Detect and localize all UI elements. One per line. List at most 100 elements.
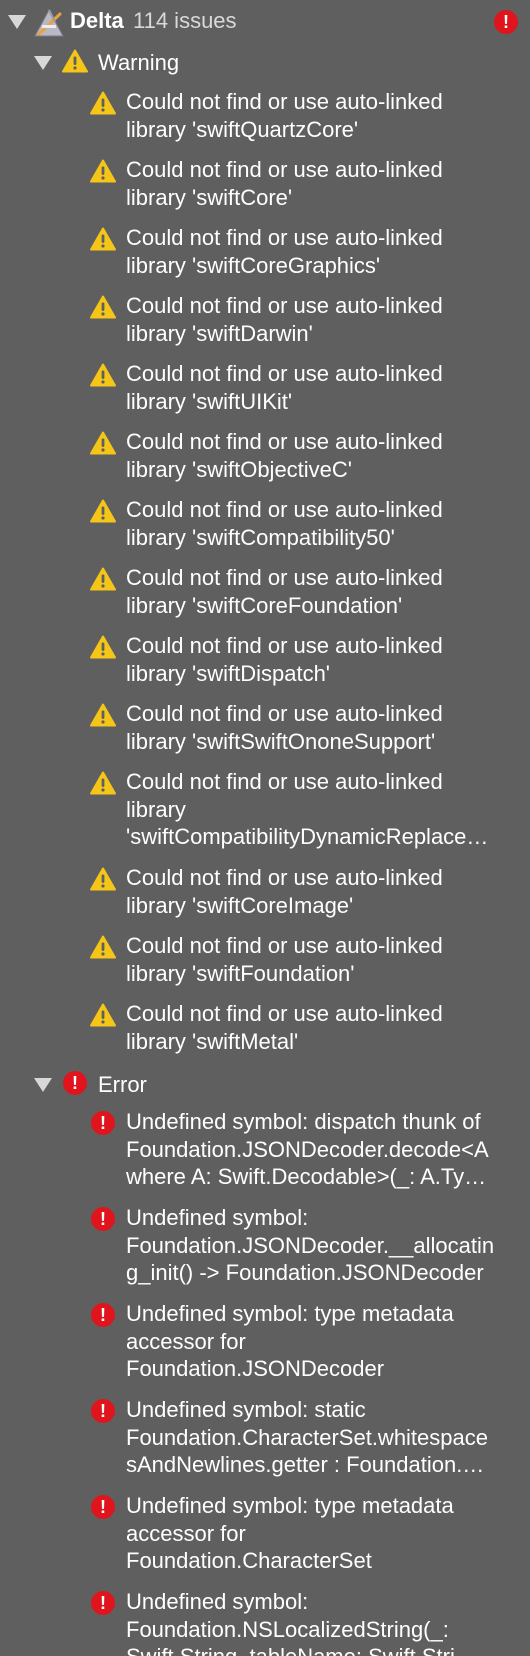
message-line: Foundation.JSONDecoder.__allocatin — [126, 1232, 495, 1258]
error-issue-message: Undefined symbol: dispatch thunk of Found… — [126, 1108, 518, 1191]
message-line: Could not find or use auto-linked — [126, 769, 443, 794]
warning-issue-row[interactable]: Could not find or use auto-linked library… — [0, 632, 530, 695]
error-group-label: Error — [98, 1072, 147, 1097]
error-issue-row[interactable]: ! Undefined symbol: type metadata accessor… — [0, 1492, 530, 1583]
warning-issue-message: Could not find or use auto-linked library… — [126, 1000, 518, 1055]
disclosure-triangle-expanded-icon[interactable] — [34, 1078, 52, 1092]
message-line: library 'swiftCoreGraphics' — [126, 252, 381, 278]
warning-issue-row[interactable]: Could not find or use auto-linked library… — [0, 1000, 530, 1063]
error-issue-row[interactable]: ! Undefined symbol: type metadata accessor… — [0, 1300, 530, 1391]
disclosure-triangle-expanded-icon[interactable] — [8, 15, 26, 29]
error-icon: ! — [91, 1303, 115, 1327]
warning-issue-row[interactable]: Could not find or use auto-linked library… — [0, 292, 530, 355]
project-error-badge-icon: ! — [494, 10, 518, 34]
error-icon: ! — [91, 1207, 115, 1231]
message-line: g_init() -> Foundation.JSONDecoder — [126, 1260, 484, 1285]
error-issue-message: Undefined symbol: type metadata accessor … — [126, 1300, 518, 1383]
error-issue-message: Undefined symbol: type metadata accessor … — [126, 1492, 518, 1575]
message-line: Could not find or use auto-linked — [126, 933, 443, 958]
warning-issue-message: Could not find or use auto-linked library… — [126, 932, 518, 987]
message-line: accessor for — [126, 1328, 246, 1354]
error-issue-message: Undefined symbol: Foundation.NSLocalizedS… — [126, 1588, 518, 1656]
message-line: Could not find or use auto-linked — [126, 497, 443, 522]
message-line: Could not find or use auto-linked — [126, 565, 443, 590]
message-line: Foundation.NSLocalizedString(_: — [126, 1616, 449, 1642]
issue-navigator: Delta 114 issues ! Warning Could not fin… — [0, 0, 530, 1656]
xcode-project-icon — [33, 8, 65, 38]
warning-icon — [90, 867, 116, 891]
warning-icon — [90, 499, 116, 523]
warning-issue-row[interactable]: Could not find or use auto-linked library… — [0, 932, 530, 995]
warning-issue-message: Could not find or use auto-linked library… — [126, 156, 518, 211]
message-line: Could not find or use auto-linked — [126, 1001, 443, 1026]
warning-issue-row[interactable]: Could not find or use auto-linked library… — [0, 564, 530, 627]
project-name: Delta — [70, 8, 124, 33]
message-line: Foundation.JSONDecoder.decode<A — [126, 1136, 489, 1162]
message-line: Undefined symbol: type metadata — [126, 1301, 454, 1326]
warning-icon — [90, 363, 116, 387]
warning-issue-row[interactable]: Could not find or use auto-linked library… — [0, 768, 530, 859]
disclosure-triangle-expanded-icon[interactable] — [34, 56, 52, 70]
message-line: Undefined symbol: — [126, 1205, 309, 1230]
warning-issue-row[interactable]: Could not find or use auto-linked library… — [0, 864, 530, 927]
warning-issue-message: Could not find or use auto-linked library… — [126, 360, 518, 415]
warning-icon — [90, 227, 116, 251]
message-line: Foundation.JSONDecoder — [126, 1356, 385, 1381]
message-line: library 'swiftCoreFoundation' — [126, 592, 403, 618]
warning-icon — [62, 49, 88, 73]
message-line: library 'swiftUIKit' — [126, 388, 293, 414]
message-line: Could not find or use auto-linked — [126, 865, 443, 890]
message-line: Swift.String, tableName: Swift.Stri… — [126, 1643, 518, 1656]
message-line: library 'swiftCoreImage' — [126, 892, 354, 918]
message-line: 'swiftCompatibilityDynamicReplace… — [126, 824, 489, 849]
error-issue-row[interactable]: ! Undefined symbol: Foundation.NSLocalized… — [0, 1588, 530, 1656]
warning-issue-message: Could not find or use auto-linked library… — [126, 564, 518, 619]
warning-issue-row[interactable]: Could not find or use auto-linked library… — [0, 700, 530, 763]
message-line: library 'swiftQuartzCore' — [126, 116, 359, 142]
message-line: where A: Swift.Decodable>(_: A.Ty… — [126, 1164, 487, 1189]
message-line: Could not find or use auto-linked — [126, 157, 443, 182]
message-line: library 'swiftObjectiveC' — [126, 456, 353, 482]
error-icon: ! — [91, 1591, 115, 1615]
message-line: library — [126, 796, 186, 822]
message-line: library 'swiftSwiftOnoneSupport' — [126, 728, 436, 754]
message-line: Foundation.CharacterSet — [126, 1548, 372, 1573]
message-line: library 'swiftMetal' — [126, 1028, 299, 1054]
project-row[interactable]: Delta 114 issues ! — [0, 0, 530, 42]
warning-issue-row[interactable]: Could not find or use auto-linked library… — [0, 224, 530, 287]
error-icon: ! — [91, 1399, 115, 1423]
error-issue-row[interactable]: ! Undefined symbol: dispatch thunk of Foun… — [0, 1108, 530, 1199]
message-line: library 'swiftCore' — [126, 184, 293, 210]
warning-issue-message: Could not find or use auto-linked library… — [126, 292, 518, 347]
message-line: Could not find or use auto-linked — [126, 361, 443, 386]
warning-icon — [90, 935, 116, 959]
error-icon: ! — [91, 1111, 115, 1135]
warning-issue-message: Could not find or use auto-linked library… — [126, 224, 518, 279]
warning-issue-row[interactable]: Could not find or use auto-linked library… — [0, 360, 530, 423]
message-line: Undefined symbol: type metadata — [126, 1493, 454, 1518]
warning-icon — [90, 635, 116, 659]
error-icon: ! — [91, 1495, 115, 1519]
message-line: Could not find or use auto-linked — [126, 293, 443, 318]
warning-issue-row[interactable]: Could not find or use auto-linked library… — [0, 496, 530, 559]
issue-count: 114 issues — [133, 8, 237, 33]
message-line: library 'swiftCompatibility50' — [126, 524, 395, 550]
message-line: Could not find or use auto-linked — [126, 701, 443, 726]
warning-issue-row[interactable]: Could not find or use auto-linked library… — [0, 156, 530, 219]
warning-icon — [90, 431, 116, 455]
message-line: library 'swiftDispatch' — [126, 660, 331, 686]
warning-issue-message: Could not find or use auto-linked library… — [126, 428, 518, 483]
message-line: sAndNewlines.getter : Foundation.… — [126, 1452, 485, 1477]
warning-issue-row[interactable]: Could not find or use auto-linked library… — [0, 88, 530, 151]
warning-group-header[interactable]: Warning — [0, 42, 530, 82]
error-group-header[interactable]: ! Error — [0, 1064, 530, 1104]
warning-issue-row[interactable]: Could not find or use auto-linked library… — [0, 428, 530, 491]
message-line: Undefined symbol: dispatch thunk of — [126, 1109, 481, 1134]
error-issue-message: Undefined symbol: static Foundation.Chara… — [126, 1396, 518, 1479]
error-issue-row[interactable]: ! Undefined symbol: Foundation.JSONDecoder… — [0, 1204, 530, 1295]
error-issue-row[interactable]: ! Undefined symbol: static Foundation.Char… — [0, 1396, 530, 1487]
message-line: Could not find or use auto-linked — [126, 429, 443, 454]
message-line: Could not find or use auto-linked — [126, 225, 443, 250]
warning-icon — [90, 771, 116, 795]
warning-icon — [90, 159, 116, 183]
